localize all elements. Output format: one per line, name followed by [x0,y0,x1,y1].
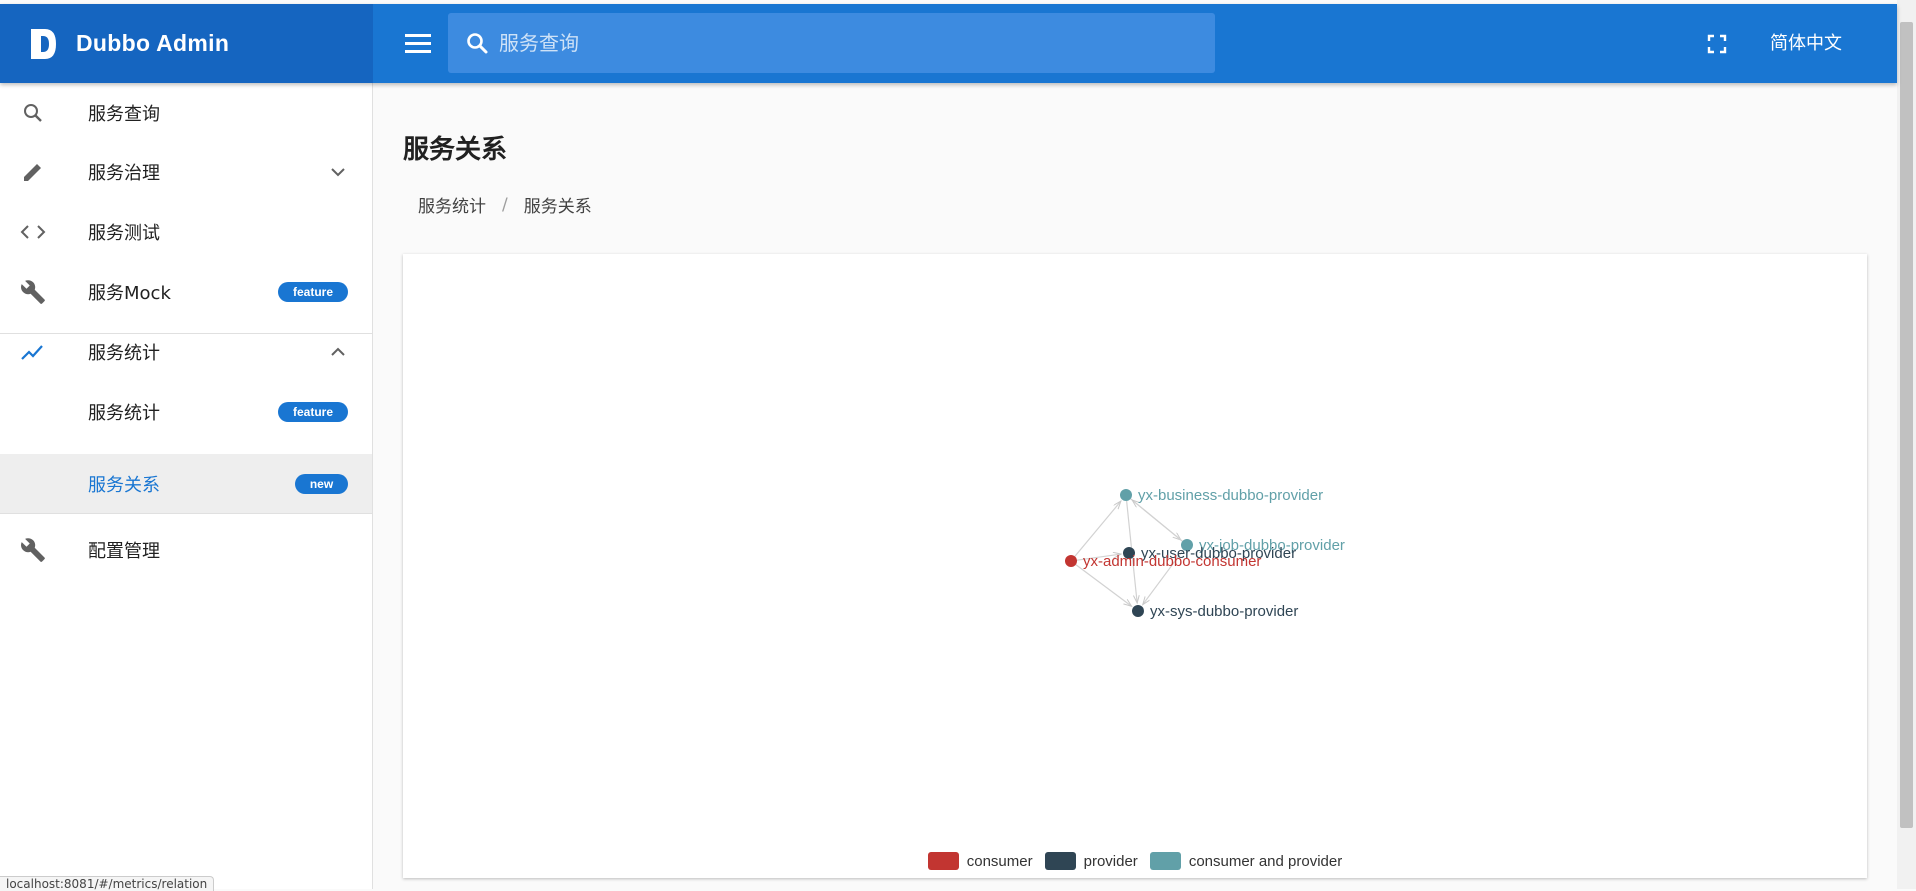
page-title: 服务关系 [403,135,508,165]
legend-swatch [1044,852,1076,870]
sidebar-item-label: 服务统计 [88,343,160,364]
sidebar-item-label: 配置管理 [88,541,160,562]
graph-node-label: yx-sys-dubbo-provider [1150,603,1298,620]
graph-node-dot[interactable] [1132,605,1144,617]
sidebar-item-service-metrics[interactable]: 服务统计 feature [0,383,372,441]
graph-node-label: yx-business-dubbo-provider [1138,487,1323,504]
graph-legend: consumer provider consumer and provider [403,852,1867,870]
brand[interactable]: Dubbo Admin [0,4,373,83]
graph-link [1075,564,1132,607]
breadcrumb: 服务统计 / 服务关系 [418,192,592,218]
legend-label: provider [1083,852,1138,870]
sidebar-item-label: 服务查询 [88,104,160,125]
chevron-up-icon[interactable] [326,340,350,364]
sidebar-item-service-mock[interactable]: 服务Mock feature [0,263,372,321]
feature-badge: feature [278,282,348,302]
legend-label: consumer and provider [1188,852,1343,870]
menu-toggle-button[interactable] [402,29,434,59]
feature-badge: feature [278,402,348,422]
breadcrumb-separator: / [502,194,508,215]
search-icon [467,33,488,54]
code-icon [20,219,46,245]
relation-graph-card: yx-business-dubbo-provider yx-job-dubbo-p… [403,254,1867,878]
graph-node[interactable]: yx-business-dubbo-provider [1120,487,1323,504]
pencil-icon [20,159,46,185]
relation-graph[interactable]: yx-business-dubbo-provideryx-job-dubbo-p… [403,254,1867,844]
graph-node-label: yx-admin-dubbo-consumer [1083,553,1261,570]
wrench-icon [20,537,46,563]
sidebar-item-service-governance[interactable]: 服务治理 [0,143,372,201]
sidebar-item-service-metrics-group[interactable]: 服务统计 [0,323,372,381]
sidebar-item-service-search[interactable]: 服务查询 [0,84,372,142]
graph-node-dot[interactable] [1120,489,1132,501]
new-badge: new [295,474,348,494]
legend-swatch [927,852,959,870]
graph-link [1132,500,1183,542]
app-bar: Dubbo Admin 简体中文 [0,4,1897,83]
legend-item-consumer[interactable]: consumer [927,852,1033,870]
legend-item-provider[interactable]: provider [1044,852,1138,870]
dubbo-logo-icon [31,28,56,59]
legend-swatch [1149,852,1181,870]
sidebar-item-label: 服务治理 [88,163,160,184]
language-button[interactable]: 简体中文 [1770,29,1842,55]
fullscreen-icon[interactable] [1705,32,1729,56]
graph-node[interactable]: yx-admin-dubbo-consumer [1065,553,1261,570]
sidebar-item-label: 服务Mock [88,283,171,304]
legend-label: consumer [966,852,1033,870]
sidebar-item-service-test[interactable]: 服务测试 [0,203,372,261]
sidebar-item-label: 服务测试 [88,223,160,244]
breadcrumb-item[interactable]: 服务统计 [418,192,486,217]
page-scrollbar[interactable] [1897,0,1916,889]
breadcrumb-item: 服务关系 [523,197,592,217]
scrollbar-thumb[interactable] [1900,22,1913,828]
wrench-icon [20,279,46,305]
sidebar-item-label: 服务关系 [88,475,160,496]
sidebar-divider [0,513,372,514]
graph-node-dot[interactable] [1065,555,1077,567]
trending-up-icon [20,339,46,365]
graph-link [1074,501,1121,557]
sidebar: 服务查询 服务治理 服务测试 服务Mock feature 服务统计 服务统计 … [0,83,373,889]
chevron-down-icon[interactable] [326,160,350,184]
graph-node[interactable]: yx-sys-dubbo-provider [1132,603,1298,620]
sidebar-item-config-management[interactable]: 配置管理 [0,521,372,579]
sidebar-item-service-relation[interactable]: 服务关系 new [0,454,372,514]
app-title: Dubbo Admin [76,30,230,56]
sidebar-item-label: 服务统计 [88,403,160,424]
search-bar[interactable] [448,13,1215,73]
search-input[interactable] [497,30,1181,56]
legend-item-consumer-and-provider[interactable]: consumer and provider [1149,852,1343,870]
search-icon [20,100,46,126]
